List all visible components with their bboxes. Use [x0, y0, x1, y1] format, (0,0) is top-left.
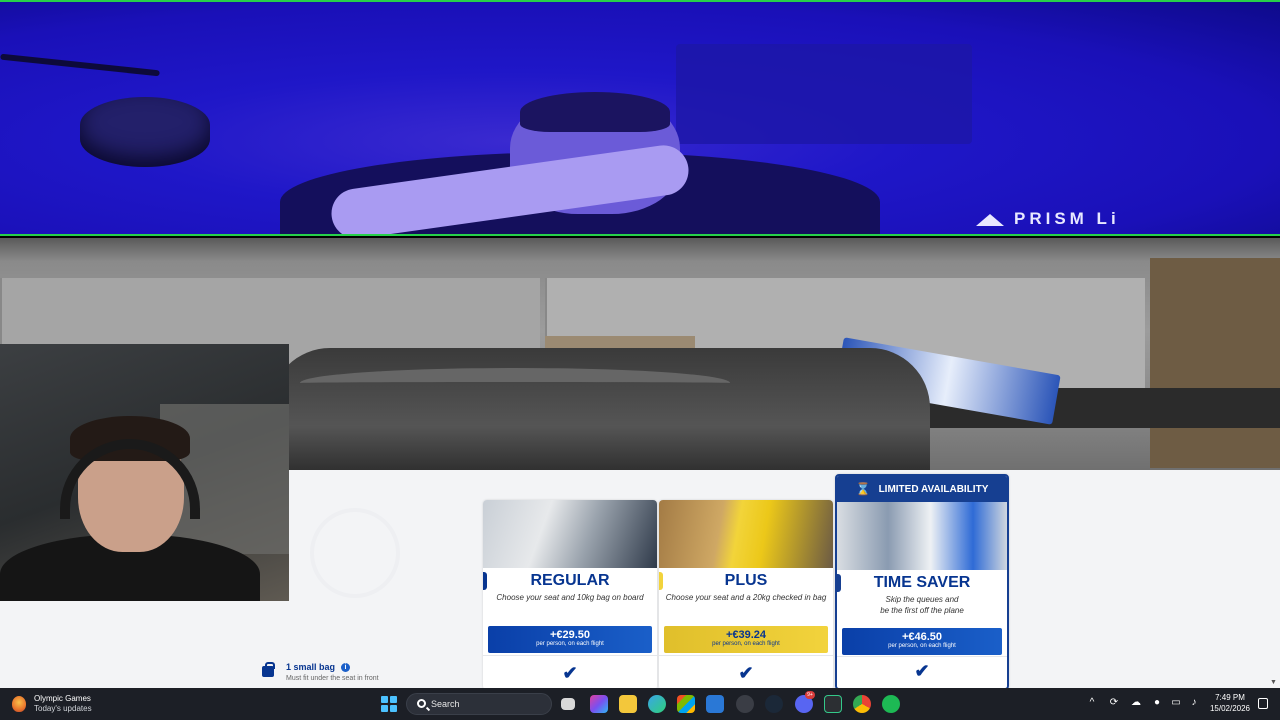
info-icon[interactable]: i: [341, 663, 350, 672]
volume-icon[interactable]: ♪: [1188, 697, 1200, 709]
fare-price-button[interactable]: +€29.50 per person, on each flight: [488, 626, 652, 653]
search-icon: [417, 699, 426, 708]
fare-card-time-saver[interactable]: ⌛ LIMITED AVAILABILITY TIME SAVER Skip t…: [835, 474, 1009, 690]
fare-card-regular[interactable]: REGULAR Choose your seat and 10kg bag on…: [483, 500, 657, 690]
windows-start-icon[interactable]: [381, 696, 397, 712]
fare-name: TIME SAVER: [873, 574, 971, 591]
widgets-button[interactable]: Olympic Games Today's updates: [12, 693, 92, 715]
fare-accent-marker: [659, 572, 663, 590]
fare-price-note: per person, on each flight: [536, 641, 604, 647]
edge-icon[interactable]: [648, 695, 666, 713]
search-placeholder: Search: [431, 699, 460, 709]
banner-text: LIMITED AVAILABILITY: [878, 483, 989, 495]
streamer-hair: [520, 92, 670, 132]
top-webcam-video: PRISM Li: [0, 0, 1280, 236]
taskbar: Olympic Games Today's updates Search 9+ …: [0, 688, 1280, 720]
task-view-icon[interactable]: [561, 698, 575, 710]
widgets-subtitle: Today's updates: [34, 704, 92, 713]
limited-availability-banner: ⌛ LIMITED AVAILABILITY: [837, 476, 1007, 502]
widgets-title: Olympic Games: [34, 694, 91, 703]
fare-price: +€39.24: [725, 629, 767, 641]
olympic-torch-icon: [12, 696, 26, 712]
microphone: [80, 97, 210, 167]
store-icon[interactable]: [677, 695, 695, 713]
fare-price: +€29.50: [549, 629, 591, 641]
booking-page-left: [0, 601, 289, 688]
scroll-down-icon[interactable]: ▼: [1270, 679, 1277, 686]
background-monitor: [676, 44, 972, 144]
checkmark-icon: ✔: [914, 661, 930, 681]
fare-price-button[interactable]: +€46.50 per person, on each flight: [842, 628, 1002, 655]
sync-icon[interactable]: ⟳: [1108, 697, 1120, 709]
clock-time: 7:49 PM: [1215, 693, 1245, 702]
outlook-icon[interactable]: [706, 695, 724, 713]
spotify-icon[interactable]: [882, 695, 900, 713]
fare-description-line: be the first off the plane: [880, 606, 964, 615]
discord-badge: 9+: [805, 691, 815, 699]
widgets-text: Olympic Games Today's updates: [34, 694, 92, 714]
fare-price-note: per person, on each flight: [888, 643, 956, 649]
fare-image: [837, 502, 1007, 570]
chevron-up-icon[interactable]: ^: [1086, 697, 1098, 709]
divider: [659, 655, 833, 656]
kitchen-cabinet: [1150, 258, 1280, 468]
bag-icon: [262, 662, 275, 677]
fare-price: +€46.50: [901, 631, 943, 643]
facecam-video: [0, 344, 289, 601]
fare-card-plus[interactable]: PLUS Choose your seat and a 20kg checked…: [659, 500, 833, 690]
cloud-icon[interactable]: ☁: [1130, 697, 1142, 709]
streaming-app-icon[interactable]: [824, 695, 842, 713]
checkmark-icon: ✔: [738, 663, 754, 683]
fare-description: Choose your seat and a 20kg checked in b…: [665, 593, 827, 602]
chrome-icon[interactable]: [853, 695, 871, 713]
file-explorer-icon[interactable]: [619, 695, 637, 713]
fare-name: REGULAR: [530, 572, 610, 589]
divider: [837, 656, 1007, 657]
clock-date: 15/02/2026: [1209, 704, 1251, 713]
taskbar-search[interactable]: Search: [406, 693, 552, 715]
fare-description: Choose your seat and 10kg bag on board: [496, 593, 644, 602]
fare-name: PLUS: [724, 572, 768, 589]
mic-arm: [0, 53, 160, 77]
brand-watermark: [310, 508, 400, 598]
steam-icon[interactable]: [765, 695, 783, 713]
fare-accent-marker: [483, 572, 487, 590]
notification-icon[interactable]: [1258, 698, 1268, 709]
hourglass-icon: ⌛: [855, 482, 871, 496]
prism-live-logo: PRISM Li: [976, 209, 1120, 229]
car: [270, 348, 930, 470]
car-roof: [300, 368, 730, 398]
screen: PRISM Li REGULAR Choose your seat and 10…: [0, 0, 1280, 720]
game-app-icon[interactable]: [736, 695, 754, 713]
microphone-icon[interactable]: ●: [1151, 697, 1163, 709]
display-icon[interactable]: ▭: [1170, 697, 1182, 709]
bag-title: 1 small bag: [286, 662, 336, 672]
bag-subtitle: Must fit under the seat in front: [286, 675, 379, 682]
fare-description-line: Skip the queues and: [885, 595, 959, 604]
divider: [483, 655, 657, 656]
fare-description: Skip the queues and be the first off the…: [837, 592, 1007, 616]
fare-image: [483, 500, 657, 568]
copilot-icon[interactable]: [590, 695, 608, 713]
fare-image: [659, 500, 833, 568]
prism-logo-text: PRISM Li: [1014, 209, 1120, 228]
system-clock[interactable]: 7:49 PM 15/02/2026: [1206, 692, 1254, 714]
fare-price-note: per person, on each flight: [712, 641, 780, 647]
fare-price-button[interactable]: +€39.24 per person, on each flight: [664, 626, 828, 653]
fare-accent-marker: [837, 574, 841, 592]
prism-triangle-icon: [976, 213, 1004, 226]
small-bag-row: 1 small bag i Must fit under the seat in…: [260, 660, 480, 686]
checkmark-icon: ✔: [562, 663, 578, 683]
